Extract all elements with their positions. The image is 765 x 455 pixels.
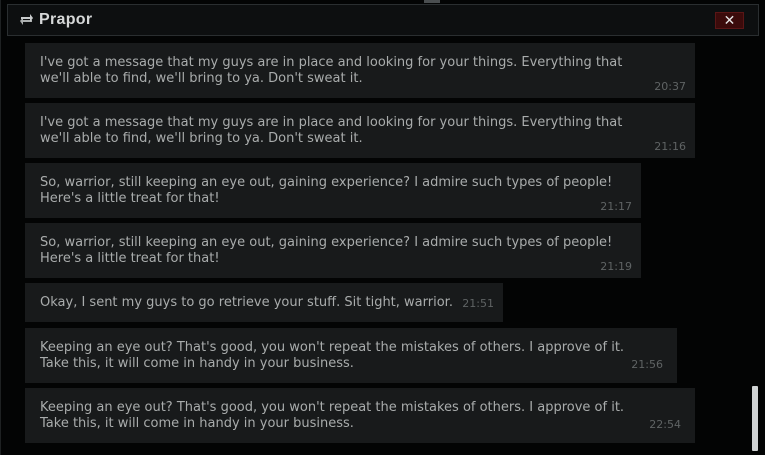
close-button[interactable]: ✕ [715, 12, 744, 29]
chat-message: I've got a message that my guys are in p… [25, 103, 695, 158]
chat-message: Keeping an eye out? That's good, you won… [25, 328, 677, 383]
message-text: I've got a message that my guys are in p… [40, 55, 623, 86]
chat-message-list[interactable]: I've got a message that my guys are in p… [7, 36, 761, 455]
swap-arrows-icon [19, 12, 34, 27]
message-time: 21:19 [600, 260, 632, 273]
title-bar[interactable]: Prapor ✕ [7, 4, 759, 36]
message-time: 20:37 [654, 80, 686, 93]
message-time: 21:17 [600, 200, 632, 213]
chat-scrollbar-thumb[interactable] [752, 386, 758, 451]
message-time: 21:16 [654, 140, 686, 153]
window-title: Prapor [39, 11, 93, 28]
trader-chat-window: Prapor ✕ I've got a message that my guys… [0, 0, 765, 455]
window-notch [424, 0, 440, 3]
message-text: So, warrior, still keeping an eye out, g… [40, 175, 613, 206]
message-text: I've got a message that my guys are in p… [40, 115, 623, 146]
message-text: So, warrior, still keeping an eye out, g… [40, 235, 613, 266]
message-time: 22:54 [649, 418, 681, 431]
message-text: Keeping an eye out? That's good, you won… [40, 340, 625, 371]
chat-message: So, warrior, still keeping an eye out, g… [25, 223, 641, 278]
chat-message: I've got a message that my guys are in p… [25, 43, 695, 98]
chat-message: So, warrior, still keeping an eye out, g… [25, 163, 641, 218]
chat-message: Okay, I sent my guys to go retrieve your… [25, 283, 503, 322]
message-time: 21:51 [462, 297, 494, 310]
message-text: Keeping an eye out? That's good, you won… [40, 400, 625, 431]
chat-message: Keeping an eye out? That's good, you won… [25, 388, 695, 443]
message-text: Okay, I sent my guys to go retrieve your… [40, 295, 453, 310]
message-time: 21:56 [631, 358, 663, 371]
close-icon: ✕ [723, 12, 736, 29]
